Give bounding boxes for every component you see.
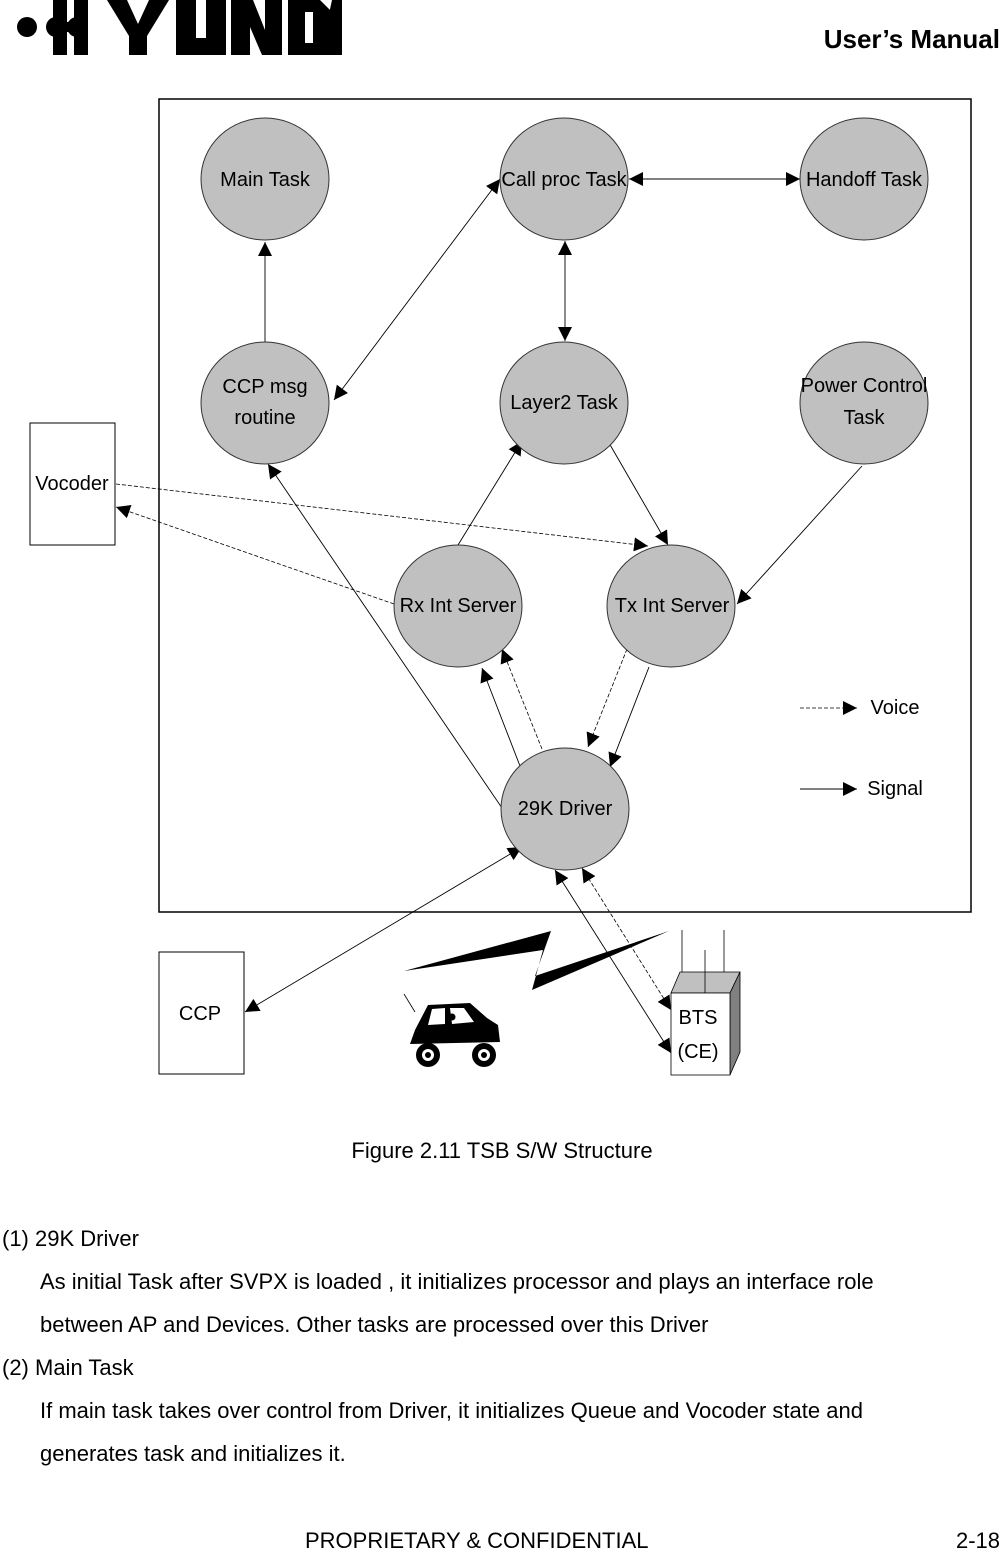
arrow-power-to-tx — [736, 465, 863, 605]
label-ccp: CCP — [179, 1003, 221, 1025]
car-icon — [410, 1003, 500, 1067]
label-ccp-msg-line1: CCP msg — [222, 376, 307, 398]
label-call-proc-task: Call proc Task — [501, 169, 627, 191]
footer-confidential: PROPRIETARY & CONFIDENTIAL — [305, 1528, 649, 1553]
voice-rx-to-vocoder — [115, 505, 395, 605]
label-vocoder: Vocoder — [35, 473, 109, 495]
label-power-control-line1: Power Control — [801, 375, 928, 397]
node-ccp-msg-routine — [200, 341, 330, 465]
section-2-line-2: generates task and initializes it. — [40, 1441, 346, 1466]
tsb-sw-structure-diagram: Main Task Call proc Task Handoff Task CC… — [29, 98, 972, 1076]
arrow-rx-to-layer2 — [457, 440, 523, 546]
voice-vocoder-to-tx — [115, 483, 649, 552]
legend-signal-label: Signal — [867, 778, 923, 800]
arrow-tx-to-driver — [608, 666, 650, 768]
arrow-driver-to-rx — [480, 667, 521, 767]
page-number: 2-18 — [955, 1528, 1000, 1553]
label-handoff-task: Handoff Task — [806, 169, 923, 191]
arrow-driver-bts — [554, 869, 672, 1054]
voice-driver-bts — [581, 867, 672, 1011]
label-main-task: Main Task — [220, 169, 311, 191]
label-bts-line1: BTS — [679, 1007, 718, 1029]
label-rx-int-server: Rx Int Server — [400, 595, 517, 617]
legend-voice-label: Voice — [871, 697, 920, 719]
label-power-control-line2: Task — [843, 407, 885, 429]
voice-tx-to-driver — [586, 648, 628, 748]
section-1-line-1: As initial Task after SVPX is loaded , i… — [40, 1269, 874, 1294]
arrow-driver-ccp — [244, 846, 523, 1013]
label-29k-driver: 29K Driver — [518, 798, 613, 820]
node-power-control-task — [799, 341, 929, 465]
section-1-heading: (1) 29K Driver — [2, 1226, 139, 1251]
label-layer2-task: Layer2 Task — [510, 392, 618, 414]
section-2-heading: (2) Main Task — [2, 1355, 134, 1380]
radio-link-icon — [404, 931, 669, 990]
section-2-line-1: If main task takes over control from Dri… — [40, 1398, 863, 1423]
figure-caption: Figure 2.11 TSB S/W Structure — [351, 1138, 653, 1163]
section-1-line-2: between AP and Devices. Other tasks are … — [40, 1312, 709, 1337]
label-bts-line2: (CE) — [677, 1041, 718, 1063]
arrow-layer2-to-tx — [608, 442, 669, 546]
label-ccp-msg-line2: routine — [234, 407, 295, 429]
arrow-ccpmsg-callproc — [333, 178, 501, 401]
label-tx-int-server: Tx Int Server — [615, 595, 730, 617]
